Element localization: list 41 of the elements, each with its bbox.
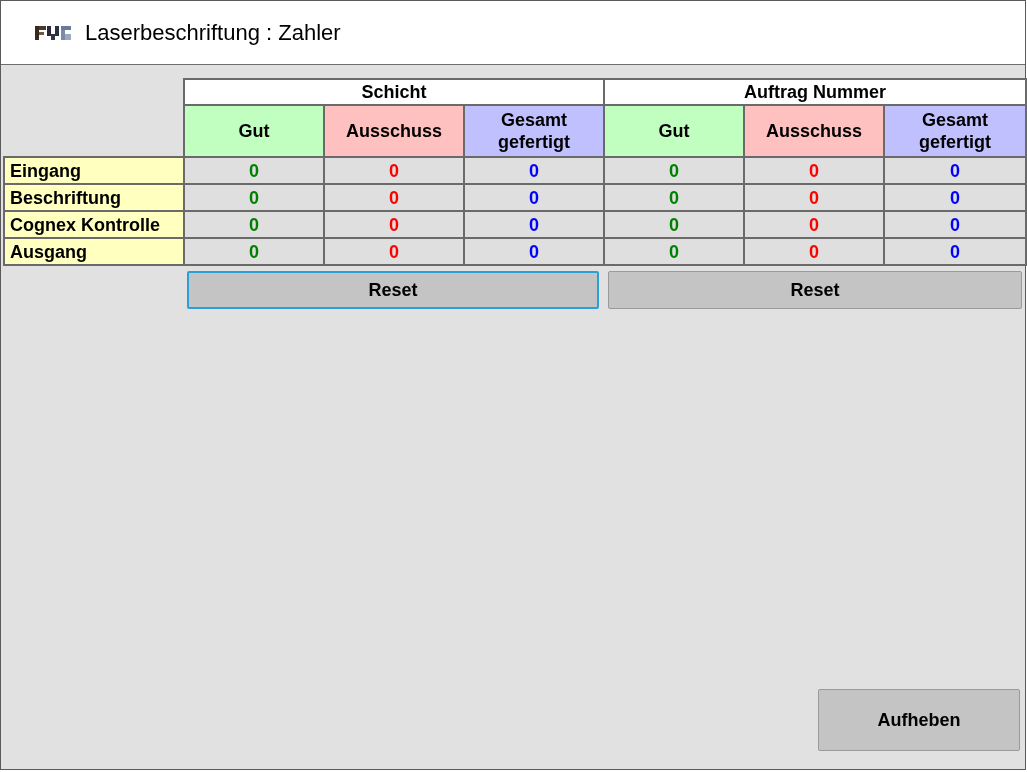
- counter-cell: 0: [744, 238, 885, 265]
- row-label: Ausgang: [4, 238, 184, 265]
- counter-cell: 0: [464, 184, 605, 211]
- group-header: Auftrag Nummer: [604, 79, 1027, 105]
- counter-cell: 0: [744, 211, 885, 238]
- row-label: Eingang: [4, 157, 184, 184]
- counter-cell: 0: [744, 157, 885, 184]
- counter-cell: 0: [464, 157, 605, 184]
- counter-cell: 0: [324, 184, 464, 211]
- counter-cell: 0: [604, 184, 745, 211]
- counter-cell: 0: [324, 211, 464, 238]
- counter-cell: 0: [604, 211, 745, 238]
- logo-icon: [35, 23, 73, 42]
- counter-cell: 0: [184, 238, 324, 265]
- counter-cell: 0: [464, 238, 605, 265]
- column-header: Gesamt gefertigt: [464, 105, 605, 157]
- window-title: Laserbeschriftung : Zahler: [85, 19, 341, 47]
- counter-cell: 0: [604, 157, 745, 184]
- counter-cell: 0: [324, 238, 464, 265]
- counter-cell: 0: [884, 184, 1027, 211]
- column-header: Ausschuss: [324, 105, 464, 157]
- counter-cell: 0: [184, 184, 324, 211]
- column-header: Gut: [184, 105, 324, 157]
- row-label: Beschriftung: [4, 184, 184, 211]
- column-header: Gut: [604, 105, 745, 157]
- counter-cell: 0: [324, 157, 464, 184]
- counter-cell: 0: [184, 157, 324, 184]
- counter-cell: 0: [184, 211, 324, 238]
- counter-cell: 0: [884, 211, 1027, 238]
- column-header: Ausschuss: [744, 105, 885, 157]
- column-header: Gesamt gefertigt: [884, 105, 1027, 157]
- aufheben-button[interactable]: Aufheben: [818, 689, 1020, 751]
- counter-cell: 0: [604, 238, 745, 265]
- counter-cell: 0: [464, 211, 605, 238]
- group-header: Schicht: [184, 79, 605, 105]
- counter-cell: 0: [884, 157, 1027, 184]
- reset-button[interactable]: Reset: [187, 271, 599, 309]
- row-label: Cognex Kontrolle: [4, 211, 184, 238]
- counter-cell: 0: [884, 238, 1027, 265]
- reset-button[interactable]: Reset: [608, 271, 1022, 309]
- counter-cell: 0: [744, 184, 885, 211]
